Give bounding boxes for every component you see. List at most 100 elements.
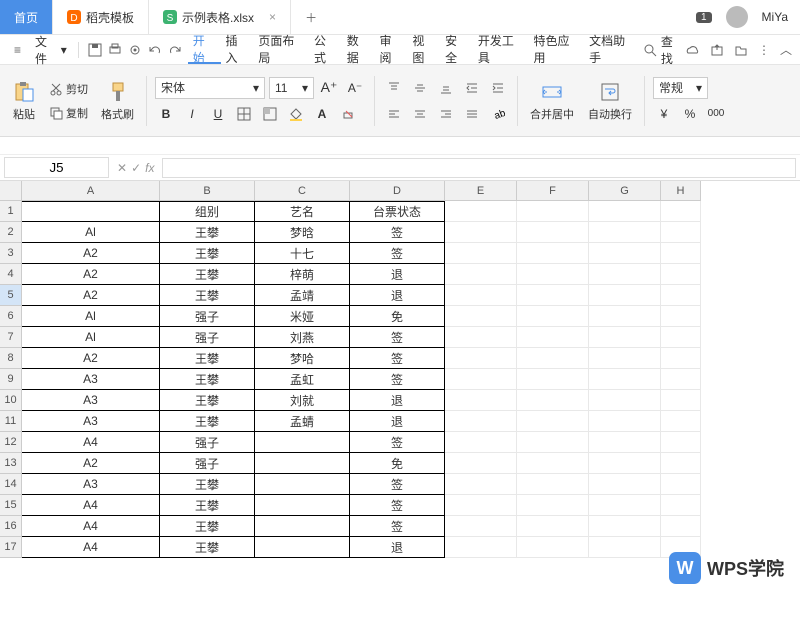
col-header-E[interactable]: E: [445, 181, 517, 201]
font-color-button[interactable]: A: [311, 103, 333, 125]
cell[interactable]: A2: [22, 348, 160, 369]
notification-badge[interactable]: 1: [696, 12, 712, 23]
col-header-D[interactable]: D: [350, 181, 445, 201]
save-icon[interactable]: [88, 43, 102, 57]
align-middle-button[interactable]: [409, 77, 431, 99]
formula-input[interactable]: [162, 158, 796, 178]
cell[interactable]: 王攀: [160, 411, 255, 432]
cell[interactable]: 王攀: [160, 222, 255, 243]
cell[interactable]: [255, 537, 350, 558]
col-header-A[interactable]: A: [22, 181, 160, 201]
cell[interactable]: 梦晗: [255, 222, 350, 243]
cell[interactable]: A4: [22, 516, 160, 537]
row-header[interactable]: 5: [0, 285, 22, 306]
cell[interactable]: [517, 243, 589, 264]
collapse-icon[interactable]: ︿: [780, 41, 792, 58]
cell[interactable]: [445, 327, 517, 348]
ribbon-tab-4[interactable]: 数据: [342, 35, 375, 64]
preview-icon[interactable]: [128, 43, 142, 57]
bold-button[interactable]: B: [155, 103, 177, 125]
ribbon-tab-2[interactable]: 页面布局: [253, 35, 309, 64]
cell[interactable]: 王攀: [160, 390, 255, 411]
cell[interactable]: [589, 222, 661, 243]
cell[interactable]: 孟虹: [255, 369, 350, 390]
cell[interactable]: [517, 285, 589, 306]
cell[interactable]: [445, 348, 517, 369]
tab-home[interactable]: 首页: [0, 0, 53, 34]
row-header[interactable]: 3: [0, 243, 22, 264]
cell[interactable]: [589, 411, 661, 432]
cell[interactable]: 强子: [160, 453, 255, 474]
cell[interactable]: 王攀: [160, 474, 255, 495]
cell[interactable]: [661, 453, 701, 474]
format-painter-button[interactable]: 格式刷: [97, 78, 138, 124]
cell[interactable]: [589, 537, 661, 558]
cell[interactable]: 王攀: [160, 243, 255, 264]
cell[interactable]: [589, 264, 661, 285]
cell[interactable]: [445, 432, 517, 453]
font-dropdown[interactable]: 宋体▾: [155, 77, 265, 99]
cell[interactable]: Al: [22, 222, 160, 243]
cell[interactable]: A4: [22, 432, 160, 453]
cell[interactable]: 王攀: [160, 264, 255, 285]
cell[interactable]: 孟蜻: [255, 411, 350, 432]
row-header[interactable]: 15: [0, 495, 22, 516]
cell[interactable]: [517, 537, 589, 558]
select-all-corner[interactable]: [0, 181, 22, 201]
number-format-dropdown[interactable]: 常规▾: [653, 77, 708, 99]
cell[interactable]: [661, 222, 701, 243]
cell[interactable]: [661, 495, 701, 516]
more-icon[interactable]: ⋮: [758, 43, 770, 57]
cell[interactable]: [445, 516, 517, 537]
cell[interactable]: 米娅: [255, 306, 350, 327]
row-header[interactable]: 7: [0, 327, 22, 348]
percent-button[interactable]: %: [679, 103, 701, 125]
fontsize-dropdown[interactable]: 11▾: [269, 77, 314, 99]
cell[interactable]: [589, 474, 661, 495]
cell[interactable]: 强子: [160, 306, 255, 327]
redo-icon[interactable]: [168, 43, 182, 57]
cell[interactable]: [517, 306, 589, 327]
cell[interactable]: [517, 390, 589, 411]
cell[interactable]: Al: [22, 306, 160, 327]
cell[interactable]: [445, 243, 517, 264]
col-header-B[interactable]: B: [160, 181, 255, 201]
cell[interactable]: [661, 411, 701, 432]
wrap-text-button[interactable]: 自动换行: [584, 78, 636, 124]
italic-button[interactable]: I: [181, 103, 203, 125]
cell[interactable]: 退: [350, 264, 445, 285]
cell[interactable]: [661, 474, 701, 495]
cell[interactable]: [517, 432, 589, 453]
share-icon[interactable]: [710, 43, 724, 57]
cell[interactable]: A2: [22, 264, 160, 285]
cell[interactable]: A3: [22, 390, 160, 411]
row-header[interactable]: 4: [0, 264, 22, 285]
align-justify-button[interactable]: [461, 103, 483, 125]
underline-button[interactable]: U: [207, 103, 229, 125]
indent-decrease-button[interactable]: [461, 77, 483, 99]
cell[interactable]: [445, 495, 517, 516]
col-header-H[interactable]: H: [661, 181, 701, 201]
cell[interactable]: 梦哈: [255, 348, 350, 369]
cell[interactable]: [589, 327, 661, 348]
cell[interactable]: 艺名: [255, 201, 350, 222]
cell[interactable]: [445, 201, 517, 222]
cell[interactable]: [445, 411, 517, 432]
cell[interactable]: 强子: [160, 327, 255, 348]
print-icon[interactable]: [108, 43, 122, 57]
cell[interactable]: [661, 201, 701, 222]
cell[interactable]: A3: [22, 411, 160, 432]
indent-increase-button[interactable]: [487, 77, 509, 99]
ribbon-tab-1[interactable]: 插入: [221, 35, 254, 64]
cell[interactable]: [661, 306, 701, 327]
cell[interactable]: A2: [22, 285, 160, 306]
ribbon-tab-8[interactable]: 开发工具: [473, 35, 529, 64]
cell[interactable]: [589, 243, 661, 264]
cell[interactable]: 王攀: [160, 348, 255, 369]
cell[interactable]: 退: [350, 411, 445, 432]
comma-button[interactable]: 000: [705, 103, 727, 125]
cancel-icon[interactable]: ✕: [117, 161, 127, 175]
cell[interactable]: [661, 348, 701, 369]
font-increase-button[interactable]: A⁺: [318, 77, 340, 99]
clear-format-button[interactable]: [337, 103, 359, 125]
